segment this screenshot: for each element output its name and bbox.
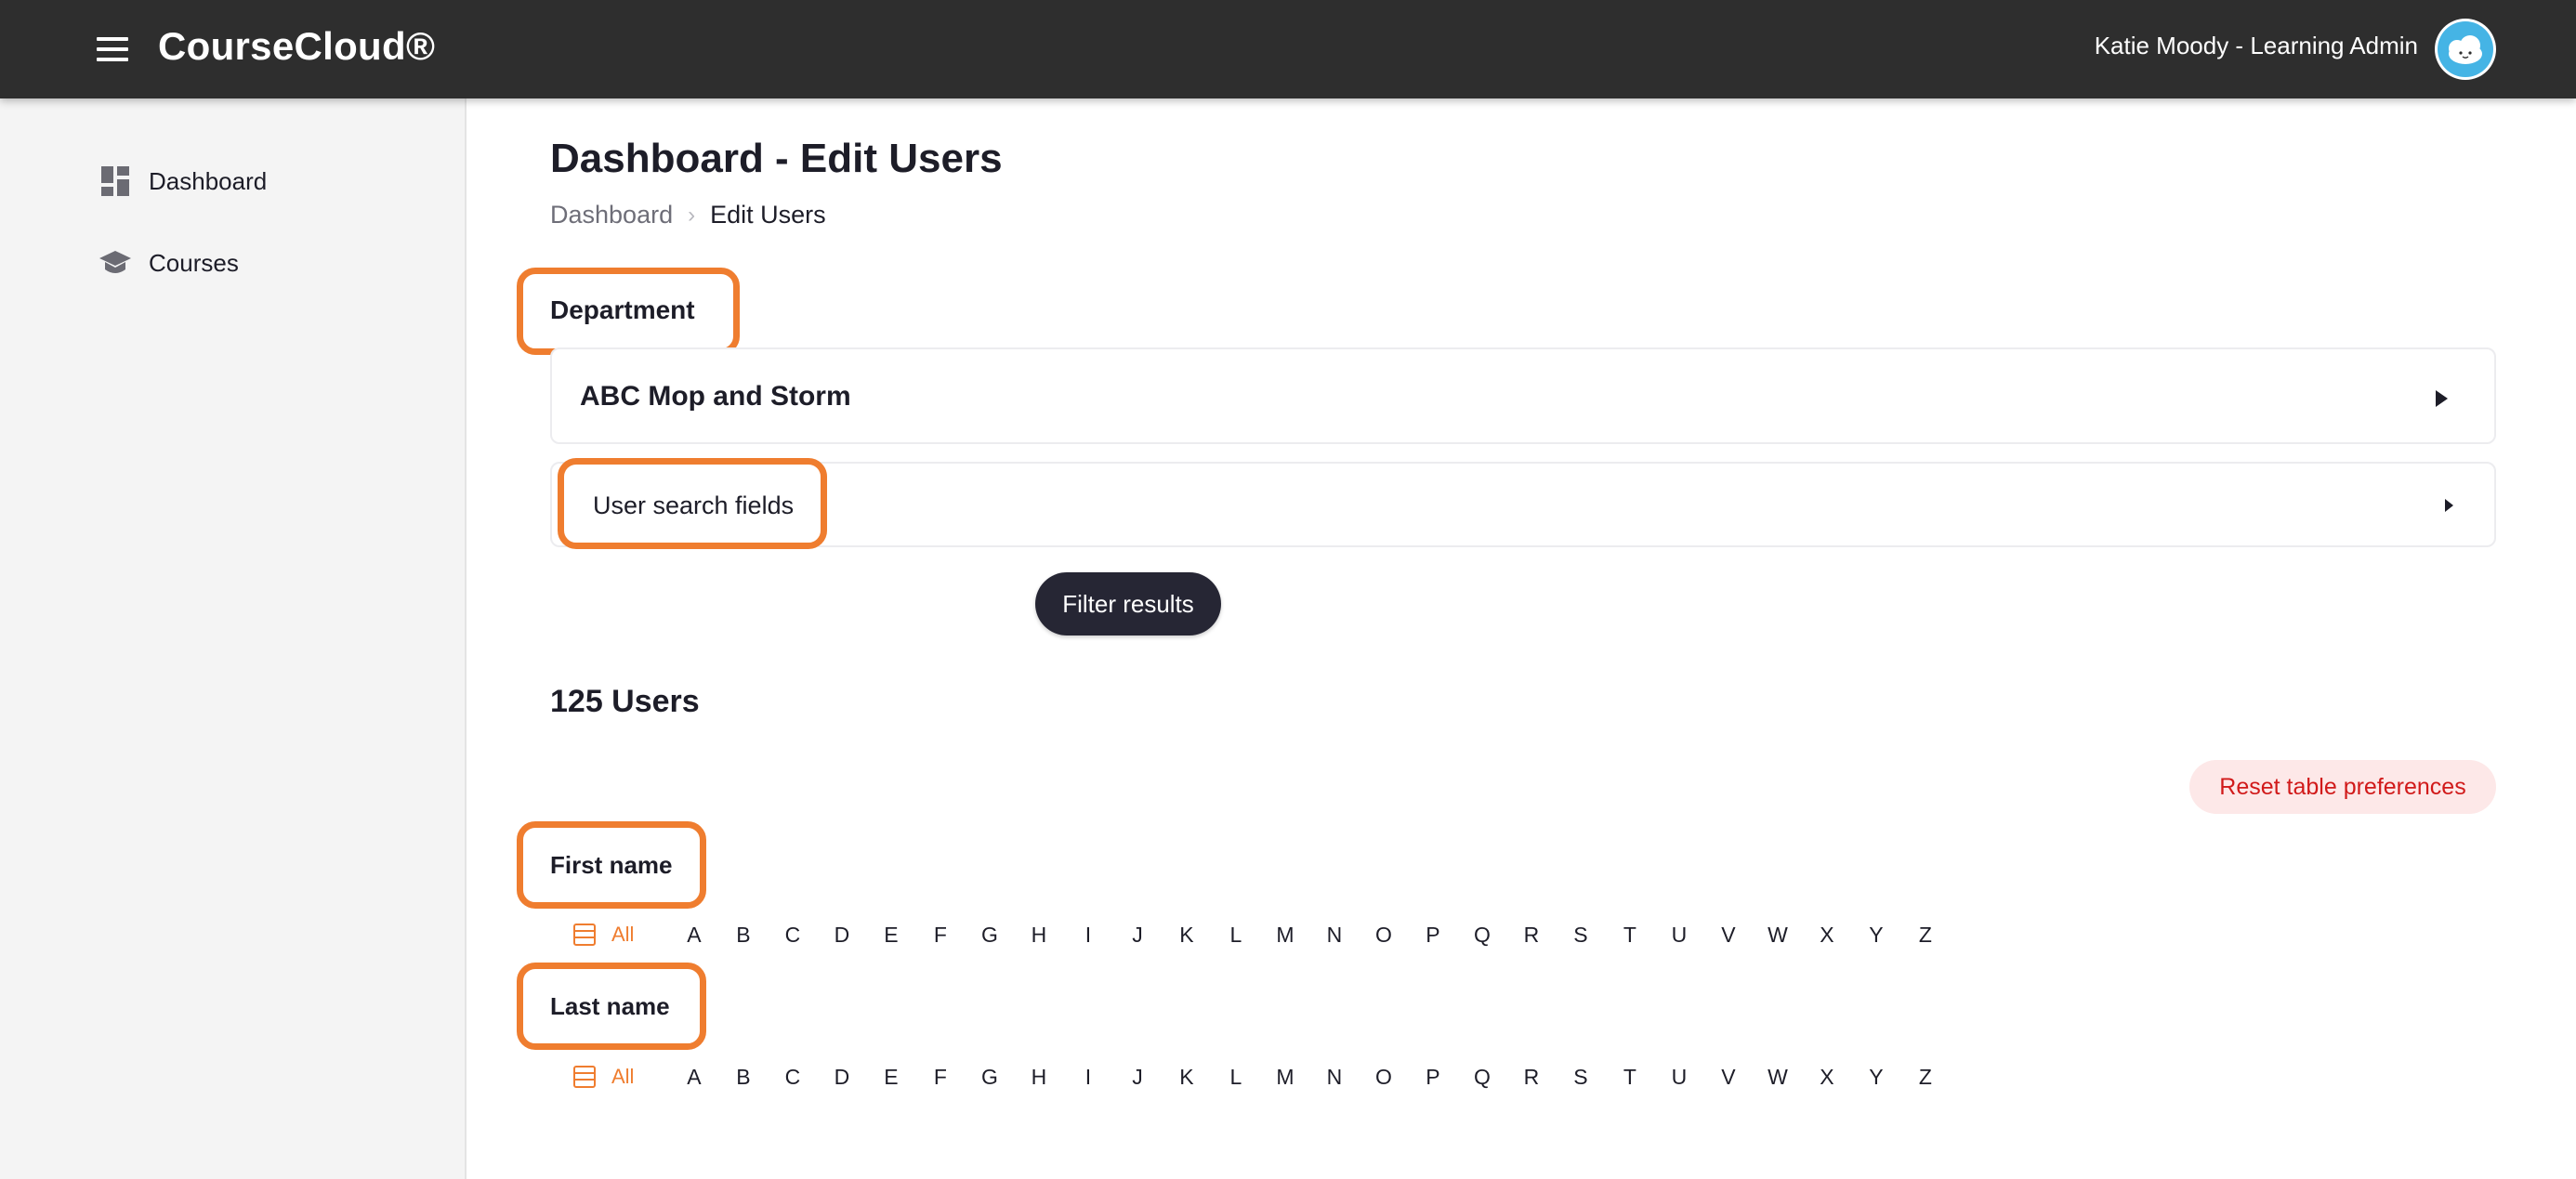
table-icon — [571, 1063, 598, 1091]
user-search-fields-title: User search fields — [593, 491, 795, 519]
graduation-cap-icon — [99, 246, 132, 280]
page-title: Dashboard - Edit Users — [550, 136, 1003, 181]
letter-filter-f[interactable]: F — [915, 923, 965, 948]
letter-filter-f[interactable]: F — [915, 1065, 965, 1090]
letter-filter-d[interactable]: D — [817, 1065, 866, 1090]
chevron-right-icon: › — [688, 202, 696, 228]
brand-logo[interactable]: CourseCloud® — [158, 24, 435, 69]
letter-filter-r[interactable]: R — [1506, 1065, 1556, 1090]
avatar[interactable] — [2435, 19, 2496, 80]
letter-filter-l[interactable]: L — [1211, 923, 1260, 948]
letter-filter-v[interactable]: V — [1703, 923, 1753, 948]
letter-filter-t[interactable]: T — [1605, 923, 1654, 948]
letter-filter-l[interactable]: L — [1211, 1065, 1260, 1090]
letter-filter-d[interactable]: D — [817, 923, 866, 948]
last-name-label: Last name — [550, 992, 670, 1020]
letter-filter-w[interactable]: W — [1753, 923, 1802, 948]
sidebar-item-courses[interactable]: Courses — [99, 240, 239, 286]
letter-filter-q[interactable]: Q — [1457, 1065, 1506, 1090]
filter-results-button[interactable]: Filter results — [1035, 572, 1221, 635]
top-bar: CourseCloud® Katie Moody - Learning Admi… — [0, 0, 2576, 98]
letter-filter-s[interactable]: S — [1556, 923, 1605, 948]
letter-filter-m[interactable]: M — [1260, 1065, 1309, 1090]
cloud-avatar-icon — [2438, 21, 2493, 77]
breadcrumb-link-dashboard[interactable]: Dashboard — [550, 201, 673, 229]
letter-filter-u[interactable]: U — [1654, 923, 1703, 948]
letter-filter-w[interactable]: W — [1753, 1065, 1802, 1090]
letter-filter-r[interactable]: R — [1506, 923, 1556, 948]
letter-filter-x[interactable]: X — [1802, 923, 1851, 948]
letter-filter-k[interactable]: K — [1162, 1065, 1211, 1090]
letter-filter-a[interactable]: A — [669, 1065, 718, 1090]
breadcrumb-current: Edit Users — [710, 201, 826, 229]
letter-filter-y[interactable]: Y — [1851, 923, 1900, 948]
letter-filter-m[interactable]: M — [1260, 923, 1309, 948]
letter-filter-o[interactable]: O — [1359, 923, 1408, 948]
filter-all-link[interactable]: All — [611, 1065, 634, 1089]
letter-filter-z[interactable]: Z — [1900, 1065, 1950, 1090]
expand-arrow-icon[interactable] — [2436, 390, 2448, 407]
letter-filter-i[interactable]: I — [1063, 1065, 1112, 1090]
letter-filter-z[interactable]: Z — [1900, 923, 1950, 948]
sidebar-item-dashboard[interactable]: Dashboard — [99, 158, 267, 204]
letter-filter-g[interactable]: G — [965, 923, 1014, 948]
letter-filter-c[interactable]: C — [768, 1065, 817, 1090]
user-search-fields-card[interactable]: User search fields — [550, 462, 2496, 547]
dashboard-icon — [99, 164, 132, 198]
letter-filter-i[interactable]: I — [1063, 923, 1112, 948]
expand-arrow-icon[interactable] — [2445, 499, 2453, 512]
letter-filter-s[interactable]: S — [1556, 1065, 1605, 1090]
sidebar-item-label: Dashboard — [149, 166, 268, 195]
letter-filter-o[interactable]: O — [1359, 1065, 1408, 1090]
letter-filter-p[interactable]: P — [1408, 1065, 1457, 1090]
first-name-letter-filter: All ABCDEFGHIJKLMNOPQRSTUVWXYZ — [571, 918, 1950, 951]
letter-filter-x[interactable]: X — [1802, 1065, 1851, 1090]
letter-filter-c[interactable]: C — [768, 923, 817, 948]
letter-filter-b[interactable]: B — [718, 1065, 768, 1090]
letter-row: ABCDEFGHIJKLMNOPQRSTUVWXYZ — [669, 923, 1950, 948]
letter-filter-h[interactable]: H — [1014, 923, 1063, 948]
letter-filter-a[interactable]: A — [669, 923, 718, 948]
letter-filter-p[interactable]: P — [1408, 923, 1457, 948]
user-name-label[interactable]: Katie Moody - Learning Admin — [2095, 32, 2418, 60]
letter-row: ABCDEFGHIJKLMNOPQRSTUVWXYZ — [669, 1065, 1950, 1090]
hamburger-menu-icon[interactable] — [97, 37, 128, 61]
table-icon — [571, 921, 598, 949]
department-card-title: ABC Mop and Storm — [580, 381, 851, 412]
department-label: Department — [550, 295, 695, 324]
letter-filter-n[interactable]: N — [1309, 1065, 1359, 1090]
letter-filter-g[interactable]: G — [965, 1065, 1014, 1090]
sidebar-item-label: Courses — [149, 248, 239, 277]
last-name-letter-filter: All ABCDEFGHIJKLMNOPQRSTUVWXYZ — [571, 1060, 1950, 1094]
letter-filter-v[interactable]: V — [1703, 1065, 1753, 1090]
letter-filter-q[interactable]: Q — [1457, 923, 1506, 948]
letter-filter-e[interactable]: E — [866, 923, 915, 948]
first-name-label: First name — [550, 851, 673, 879]
department-card[interactable]: ABC Mop and Storm — [550, 347, 2496, 444]
filter-all-link[interactable]: All — [611, 923, 634, 947]
letter-filter-k[interactable]: K — [1162, 923, 1211, 948]
letter-filter-y[interactable]: Y — [1851, 1065, 1900, 1090]
letter-filter-h[interactable]: H — [1014, 1065, 1063, 1090]
letter-filter-j[interactable]: J — [1112, 1065, 1162, 1090]
letter-filter-e[interactable]: E — [866, 1065, 915, 1090]
users-count-heading: 125 Users — [550, 684, 700, 719]
reset-table-preferences-button[interactable]: Reset table preferences — [2189, 760, 2496, 814]
breadcrumb: Dashboard › Edit Users — [550, 201, 826, 229]
letter-filter-u[interactable]: U — [1654, 1065, 1703, 1090]
sidebar: Dashboard Courses — [0, 98, 467, 1179]
letter-filter-j[interactable]: J — [1112, 923, 1162, 948]
letter-filter-n[interactable]: N — [1309, 923, 1359, 948]
letter-filter-b[interactable]: B — [718, 923, 768, 948]
letter-filter-t[interactable]: T — [1605, 1065, 1654, 1090]
